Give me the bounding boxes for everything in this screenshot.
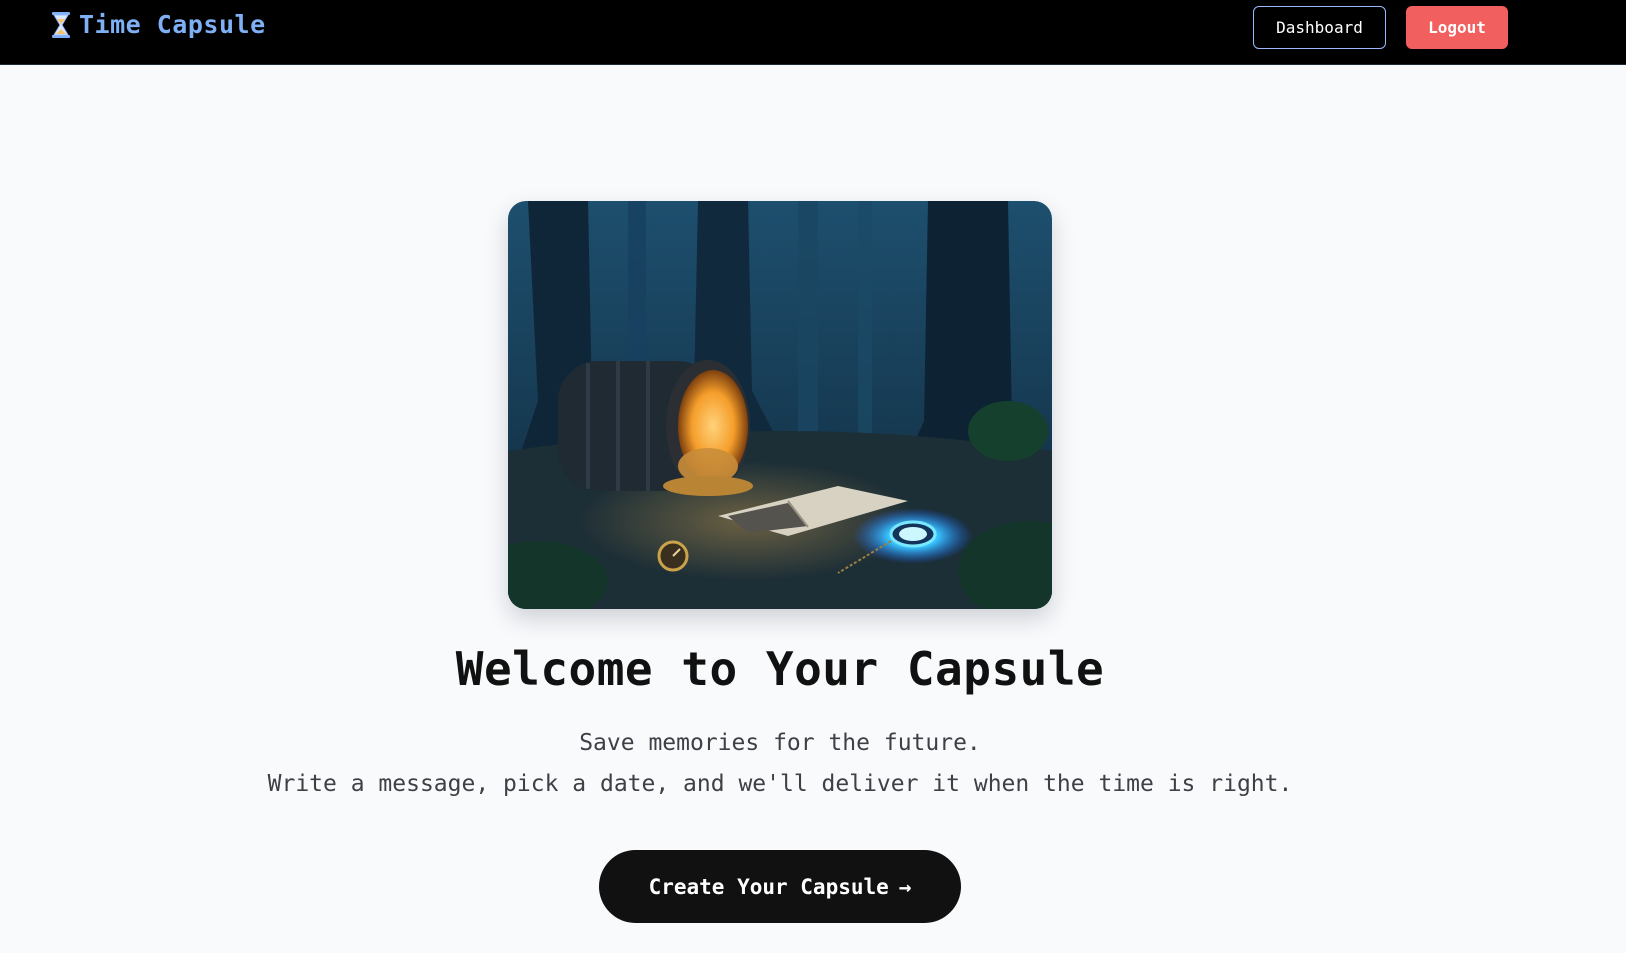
- create-capsule-label: Create Your Capsule: [648, 874, 889, 899]
- subtitle-line-1: Save memories for the future.: [579, 730, 981, 756]
- create-capsule-button[interactable]: Create Your Capsule →: [599, 850, 961, 923]
- brand-title: Time Capsule: [79, 10, 266, 39]
- subtitle-line-2: Write a message, pick a date, and we'll …: [267, 771, 1293, 797]
- logout-button[interactable]: Logout: [1406, 6, 1508, 49]
- hero-illustration: [508, 201, 1052, 609]
- top-navbar: Time Capsule Dashboard Logout: [0, 0, 1626, 65]
- hourglass-icon: [51, 11, 71, 39]
- dashboard-button[interactable]: Dashboard: [1253, 6, 1386, 49]
- page-title: Welcome to Your Capsule: [455, 642, 1105, 696]
- arrow-right-icon: →: [898, 874, 912, 899]
- brand-link[interactable]: Time Capsule: [51, 10, 266, 39]
